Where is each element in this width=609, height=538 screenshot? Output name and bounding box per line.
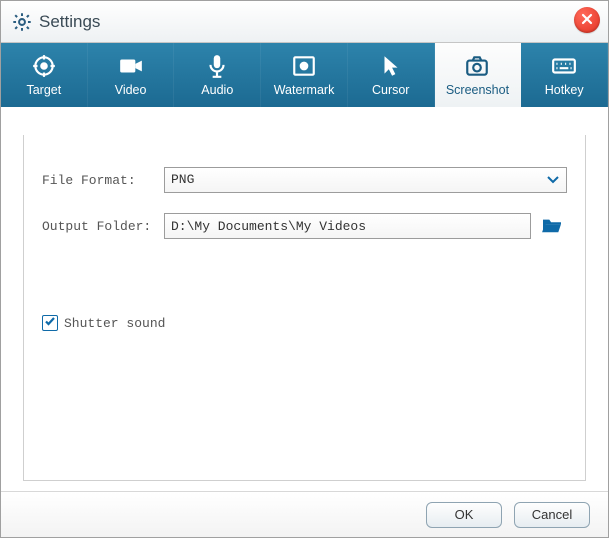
- titlebar: Settings: [1, 1, 608, 43]
- microphone-icon: [204, 53, 230, 79]
- output-folder-input[interactable]: [164, 213, 531, 239]
- tab-hotkey[interactable]: Hotkey: [521, 43, 608, 107]
- folder-open-icon: [541, 216, 563, 237]
- cancel-button[interactable]: Cancel: [514, 502, 590, 528]
- tab-watermark[interactable]: Watermark: [261, 43, 348, 107]
- tab-audio[interactable]: Audio: [174, 43, 261, 107]
- tab-panel-screenshot: File Format: PNG Output Folder:: [23, 135, 586, 481]
- tab-label: Video: [115, 83, 147, 97]
- close-button[interactable]: [574, 7, 600, 33]
- shutter-sound-label: Shutter sound: [64, 316, 165, 331]
- video-icon: [118, 53, 144, 79]
- tab-label: Cursor: [372, 83, 410, 97]
- tab-bar: Target Video Audio Watermark Cursor: [1, 43, 608, 107]
- watermark-icon: [291, 53, 317, 79]
- tab-label: Watermark: [274, 83, 335, 97]
- target-icon: [31, 53, 57, 79]
- output-folder-label: Output Folder:: [42, 219, 164, 234]
- shutter-sound-checkbox[interactable]: [42, 315, 58, 331]
- output-folder-row: Output Folder:: [42, 213, 567, 239]
- ok-button[interactable]: OK: [426, 502, 502, 528]
- tab-cursor[interactable]: Cursor: [348, 43, 435, 107]
- gear-icon: [11, 11, 33, 33]
- checkmark-icon: [44, 315, 56, 331]
- file-format-label: File Format:: [42, 173, 164, 188]
- file-format-select[interactable]: PNG: [164, 167, 567, 193]
- tab-label: Hotkey: [545, 83, 584, 97]
- content-area: File Format: PNG Output Folder:: [1, 107, 608, 491]
- shutter-sound-row: Shutter sound: [42, 315, 567, 331]
- tab-label: Audio: [201, 83, 233, 97]
- file-format-row: File Format: PNG: [42, 167, 567, 193]
- footer: OK Cancel: [1, 491, 608, 537]
- close-icon: [581, 13, 593, 28]
- tab-target[interactable]: Target: [1, 43, 88, 107]
- tab-label: Screenshot: [446, 83, 509, 97]
- browse-folder-button[interactable]: [541, 215, 567, 237]
- tab-screenshot[interactable]: Screenshot: [435, 43, 522, 107]
- window-title: Settings: [39, 12, 100, 32]
- tab-label: Target: [26, 83, 61, 97]
- settings-window: Settings Target Video Audio: [0, 0, 609, 538]
- file-format-value: PNG: [164, 167, 567, 193]
- cursor-icon: [378, 53, 404, 79]
- keyboard-icon: [551, 53, 577, 79]
- camera-icon: [464, 53, 490, 79]
- tab-video[interactable]: Video: [88, 43, 175, 107]
